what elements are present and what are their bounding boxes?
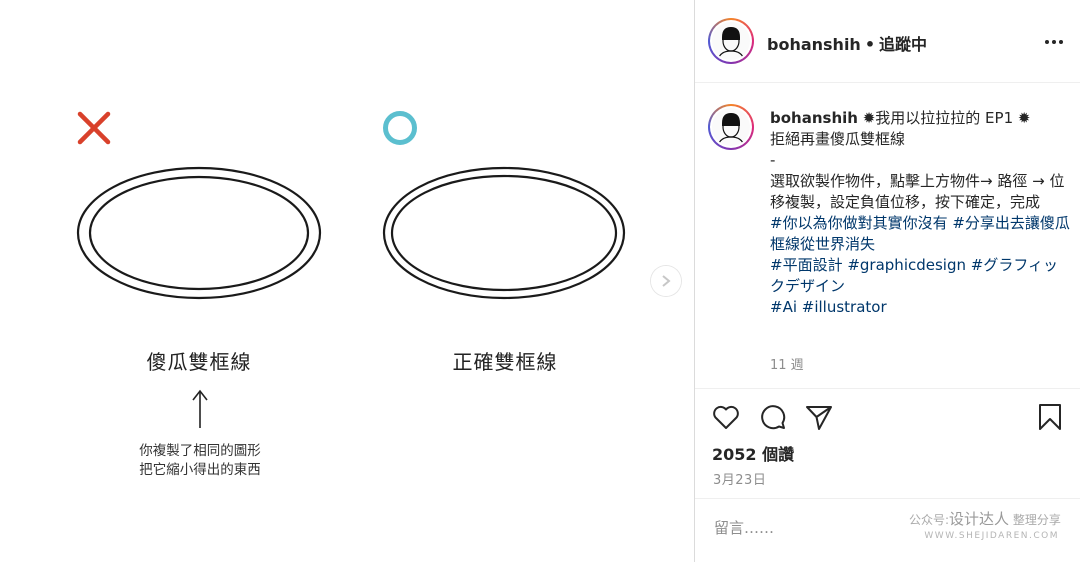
wrong-frame-label: 傻瓜雙框線: [146, 350, 252, 374]
hashtags-2[interactable]: #平面設計 #graphicdesign #グラフィックデザイン: [770, 255, 1070, 297]
profile-face-icon: [717, 113, 745, 146]
explanation-note: 你複製了相同的圖形 把它縮小得出的東西: [110, 442, 290, 480]
more-horizontal-icon[interactable]: [1044, 36, 1064, 48]
chevron-right-icon: [662, 275, 671, 287]
caption-username[interactable]: bohanshih: [770, 109, 858, 127]
correct-frame-label: 正確雙框線: [452, 350, 558, 374]
caption-line-2: 拒絕再畫傻瓜雙框線: [770, 130, 906, 148]
watermark: 公众号:设计达人 整理分享 WWW.SHEJIDAREN.COM: [909, 508, 1061, 541]
follow-button[interactable]: 追蹤中: [879, 35, 927, 54]
avatar[interactable]: [708, 18, 754, 64]
caption-body: 選取欲製作物件，點擊上方物件→ 路徑 → 位移複製，設定負值位移，按下確定，完成: [770, 172, 1065, 211]
correct-double-ellipse: [382, 166, 626, 300]
post-artwork: [76, 111, 626, 300]
note-line-1: 你複製了相同的圖形: [139, 443, 261, 459]
post-header: bohanshih • 追蹤中: [767, 31, 927, 55]
likes-count[interactable]: 2052 個讚: [712, 441, 794, 465]
circle-mark-icon: [383, 111, 417, 145]
note-line-2: 把它縮小得出的東西: [139, 462, 261, 478]
watermark-url: WWW.SHEJIDAREN.COM: [924, 531, 1059, 541]
post-caption: bohanshih ✹我用以拉拉拉的 EP1 ✹ 拒絕再畫傻瓜雙框線 - 選取欲…: [770, 108, 1070, 318]
header-divider: [695, 82, 1080, 83]
bookmark-icon[interactable]: [1035, 402, 1065, 432]
watermark-suffix: 整理分享: [1012, 513, 1061, 527]
heart-icon[interactable]: [711, 402, 741, 432]
hashtags-3[interactable]: #Ai #illustrator: [770, 297, 1070, 318]
actions-divider: [695, 388, 1080, 389]
hashtags-1[interactable]: #你以為你做對其實你沒有 #分享出去讓傻瓜框線從世界消失: [770, 213, 1070, 255]
caption-title: ✹我用以拉拉拉的 EP1 ✹: [857, 109, 1031, 127]
caption-avatar[interactable]: [708, 104, 754, 150]
comment-input[interactable]: [712, 512, 916, 544]
post-date[interactable]: 3月23日: [713, 469, 766, 488]
cross-mark-icon: [77, 111, 111, 145]
watermark-prefix: 公众号:: [909, 513, 950, 527]
post-image[interactable]: 傻瓜雙框線 正確雙框線 你複製了相同的圖形 把它縮小得出的東西: [0, 0, 694, 562]
watermark-brand: 设计达人: [949, 510, 1010, 528]
comment-divider: [695, 498, 1080, 499]
arrow-up-icon: [192, 389, 208, 428]
profile-face-icon: [717, 27, 745, 60]
share-icon[interactable]: [804, 402, 834, 432]
caption-timestamp[interactable]: 11 週: [770, 354, 804, 373]
wrong-double-ellipse: [76, 166, 322, 300]
header-separator: •: [864, 35, 876, 54]
caption-line-3: -: [770, 151, 776, 169]
next-image-button[interactable]: [651, 266, 681, 296]
post-side-panel: bohanshih • 追蹤中 bohanshih ✹我用以拉拉拉的 EP1 ✹ 拒…: [695, 0, 1080, 562]
comment-icon[interactable]: [758, 402, 788, 432]
header-username[interactable]: bohanshih: [767, 35, 861, 54]
